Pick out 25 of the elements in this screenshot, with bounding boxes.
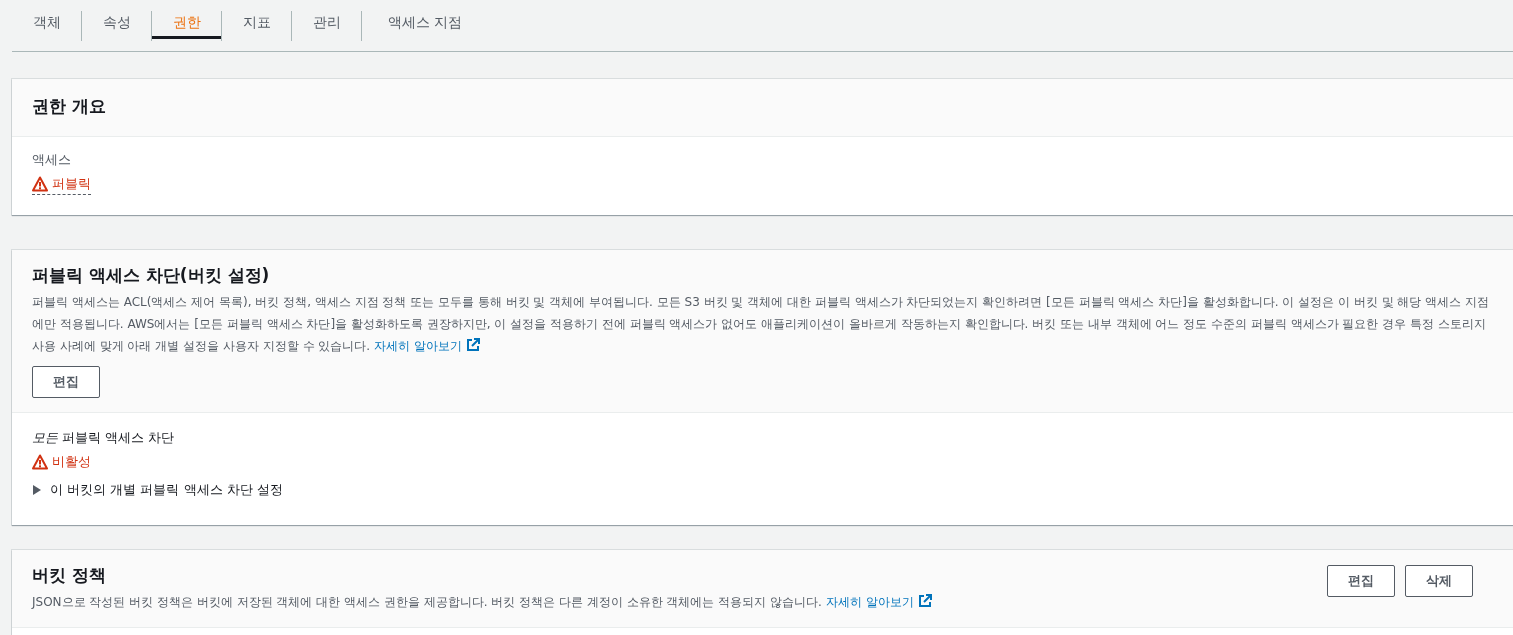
section-title: 권한 개요 (32, 95, 107, 118)
tab[interactable]: 관리 (292, 13, 361, 39)
settings-expander[interactable]: 이 버킷의 개별 퍼블릭 액세스 차단 설정 (32, 481, 283, 499)
edit-button[interactable]: 편집 (32, 366, 100, 398)
section-description: 퍼블릭 액세스는 ACL(액세스 제어 목록), 버킷 정책, 액세스 지점 정책 또는 모두를 통해 버킷 및 객체에 부여됩니다. 모든 S3 버킷 및 객체에 대한 퍼블릭 액세스가 차단되었는지 확인하려면 [모든 퍼블릭 액세스 차단]을 활성화합니다. 이 설정은 이 버킷 및 해당 액세스 지점에만 적용됩니다. AWS에서는 [모든 퍼블릭 액세스 차단]을 활성화하도록 권장하지만, 이 설정을 적용하기 전에 퍼블릭 액세스가 없어도 애플리케이션이 올바르게 작동하는지 확인합니다. 버킷 또는 내부 객체에 어느 정도 수준의 퍼블릭 액세스가 필요한 경우 특정 스토리지 사용 사례에 맞게 아래 개별 설정을 사용자 지정할 수 있습니다. 자세히 알아보기 (32, 294, 1491, 355)
setting-status: 비활성 (32, 453, 1493, 471)
access-status[interactable]: 퍼블릭 (32, 175, 91, 195)
warning-icon (32, 176, 48, 192)
tab[interactable]: 액세스 지점 (362, 13, 488, 39)
action-button[interactable]: 삭제 (1405, 565, 1473, 597)
field-label: 액세스 (32, 151, 72, 169)
section-description: JSON으로 작성된 버킷 정책은 버킷에 저장된 객체에 대한 액세스 권한을 제공합니다. 버킷 정책은 다른 계정이 소유한 객체에는 적용되지 않습니다. 자세히 알아보기 (32, 591, 932, 613)
tab[interactable]: 지표 (222, 13, 291, 39)
external-link-icon (917, 594, 932, 608)
section-title: 버킷 정책 (32, 564, 107, 587)
external-link-icon (465, 338, 480, 352)
tab[interactable]: 객체 (12, 13, 81, 39)
action-button[interactable]: 편집 (1327, 565, 1395, 597)
caret-icon (32, 485, 42, 495)
section-title: 퍼블릭 액세스 차단(버킷 설정) (32, 264, 271, 287)
learn-more-link[interactable]: 자세히 알아보기 (374, 339, 480, 353)
warning-icon (32, 454, 48, 470)
tab[interactable]: 속성 (82, 13, 151, 39)
learn-more-link[interactable]: 자세히 알아보기 (825, 595, 932, 609)
setting-label: 모든 퍼블릭 액세스 차단 (32, 429, 176, 447)
